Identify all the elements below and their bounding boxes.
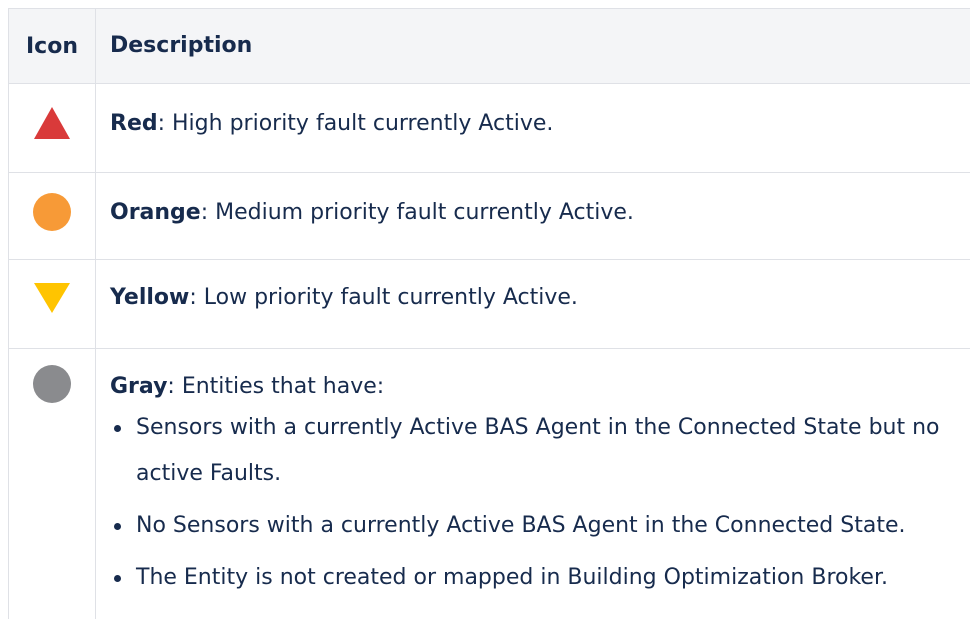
gray-circle-icon <box>33 365 71 403</box>
header-description: Description <box>110 33 253 58</box>
row-name: Red <box>110 111 158 136</box>
red-triangle-up-icon <box>34 107 70 139</box>
table-row: Yellow: Low priority fault currently Act… <box>8 260 970 349</box>
status-icon-table: Icon Description Red: High priority faul… <box>8 8 970 619</box>
row-text: : Low priority fault currently Active. <box>189 285 578 310</box>
row-text: : High priority fault currently Active. <box>157 111 554 136</box>
bullet-list: Sensors with a currently Active BAS Agen… <box>110 405 950 601</box>
row-name: Gray <box>110 374 168 399</box>
header-icon: Icon <box>9 9 96 83</box>
list-item: Sensors with a currently Active BAS Agen… <box>110 405 950 497</box>
orange-circle-icon <box>33 193 71 231</box>
yellow-triangle-down-icon <box>34 283 70 313</box>
table-row: Red: High priority fault currently Activ… <box>8 84 970 173</box>
row-text: : Entities that have: <box>167 374 385 399</box>
table-header-row: Icon Description <box>8 9 970 84</box>
row-name: Yellow <box>110 285 190 310</box>
list-item: The Entity is not created or mapped in B… <box>110 555 950 601</box>
row-text: : Medium priority fault currently Active… <box>200 200 634 225</box>
table-row: Orange: Medium priority fault currently … <box>8 173 970 260</box>
list-item: No Sensors with a currently Active BAS A… <box>110 503 950 549</box>
table-row: Gray: Entities that have: Sensors with a… <box>8 349 970 619</box>
row-name: Orange <box>110 200 201 225</box>
